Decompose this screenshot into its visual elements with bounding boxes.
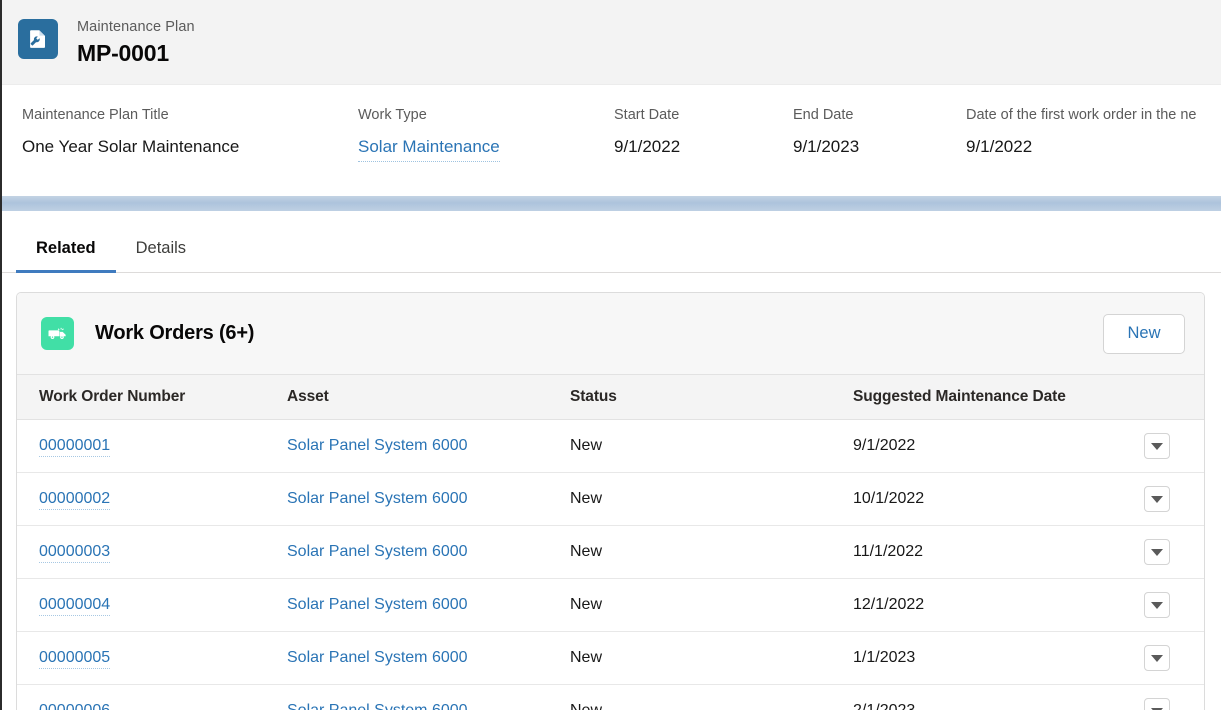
column-header-work-order-number[interactable]: Work Order Number [17,375,287,420]
table-head: Work Order Number Asset Status Suggested… [17,375,1204,420]
record-header: Maintenance Plan MP-0001 [0,0,1221,85]
work-order-number-link[interactable]: 00000003 [39,543,110,563]
field-label: Date of the first work order in the ne [966,106,1221,125]
status-cell: New [570,632,853,685]
page-title: MP-0001 [77,38,195,68]
tab-details[interactable]: Details [116,237,206,272]
field-label: Start Date [614,106,793,125]
work-orders-card-header: Work Orders (6+) New [17,293,1204,375]
table-body: 00000001 Solar Panel System 6000 New 9/1… [17,420,1204,710]
asset-link[interactable]: Solar Panel System 6000 [287,596,468,613]
caret-glyph [1151,549,1163,556]
caret-glyph [1151,496,1163,503]
highlight-field-work-type: Work Type Solar Maintenance [358,106,614,196]
column-header-status[interactable]: Status [570,375,853,420]
asset-link[interactable]: Solar Panel System 6000 [287,649,468,666]
suggested-maintenance-date-cell: 11/1/2022 [853,526,1142,579]
maintenance-plan-icon [18,19,58,59]
highlight-field-start-date: Start Date 9/1/2022 [614,106,793,196]
record-object-label: Maintenance Plan [77,17,195,37]
table-row: 00000006 Solar Panel System 6000 New 2/1… [17,685,1204,710]
asset-link[interactable]: Solar Panel System 6000 [287,702,468,710]
table-row: 00000004 Solar Panel System 6000 New 12/… [17,579,1204,632]
suggested-maintenance-date-cell: 2/1/2023 [853,685,1142,710]
tab-label: Related [36,239,96,257]
field-label: Work Type [358,106,614,125]
suggested-maintenance-date-cell: 9/1/2022 [853,420,1142,473]
chevron-down-icon[interactable] [1144,698,1170,710]
work-order-truck-icon [41,317,74,350]
highlights-panel: Maintenance Plan Title One Year Solar Ma… [0,85,1221,196]
record-title-block: Maintenance Plan MP-0001 [77,17,195,68]
work-order-number-link[interactable]: 00000001 [39,437,110,457]
status-cell: New [570,420,853,473]
related-lists-region: Work Orders (6+) New Work Order Number A… [0,273,1221,710]
new-button[interactable]: New [1103,314,1185,354]
status-cell: New [570,473,853,526]
related-list-title: Work Orders (6+) [95,322,254,345]
field-value: 9/1/2022 [966,135,1221,159]
highlight-field-maintenance-plan-title: Maintenance Plan Title One Year Solar Ma… [22,106,358,196]
caret-glyph [1151,443,1163,450]
window-left-edge [0,0,2,710]
work-order-number-link[interactable]: 00000005 [39,649,110,669]
field-label: End Date [793,106,966,125]
chevron-down-icon[interactable] [1144,592,1170,618]
field-value: One Year Solar Maintenance [22,135,358,159]
tab-label: Details [136,239,186,257]
table-row: 00000005 Solar Panel System 6000 New 1/1… [17,632,1204,685]
asset-link[interactable]: Solar Panel System 6000 [287,490,468,507]
highlight-field-end-date: End Date 9/1/2023 [793,106,966,196]
suggested-maintenance-date-cell: 1/1/2023 [853,632,1142,685]
field-value: 9/1/2023 [793,135,966,159]
chevron-down-icon[interactable] [1144,539,1170,565]
table-row: 00000001 Solar Panel System 6000 New 9/1… [17,420,1204,473]
column-header-asset[interactable]: Asset [287,375,570,420]
chevron-down-icon[interactable] [1144,486,1170,512]
table-row: 00000002 Solar Panel System 6000 New 10/… [17,473,1204,526]
chevron-down-icon[interactable] [1144,433,1170,459]
tab-related[interactable]: Related [16,237,116,272]
status-cell: New [570,685,853,710]
status-cell: New [570,579,853,632]
suggested-maintenance-date-cell: 12/1/2022 [853,579,1142,632]
record-tabset: Related Details [0,225,1221,273]
suggested-maintenance-date-cell: 10/1/2022 [853,473,1142,526]
field-value: 9/1/2022 [614,135,793,159]
caret-glyph [1151,655,1163,662]
work-orders-card: Work Orders (6+) New Work Order Number A… [16,292,1205,710]
band-gap [0,211,1221,225]
asset-link[interactable]: Solar Panel System 6000 [287,543,468,560]
highlight-field-first-work-order-date: Date of the first work order in the ne 9… [966,106,1221,196]
status-cell: New [570,526,853,579]
column-header-suggested-maintenance-date[interactable]: Suggested Maintenance Date [853,375,1142,420]
table-row: 00000003 Solar Panel System 6000 New 11/… [17,526,1204,579]
chevron-down-icon[interactable] [1144,645,1170,671]
field-label: Maintenance Plan Title [22,106,358,125]
caret-glyph [1151,602,1163,609]
work-order-number-link[interactable]: 00000004 [39,596,110,616]
asset-link[interactable]: Solar Panel System 6000 [287,437,468,454]
work-order-number-link[interactable]: 00000006 [39,702,110,710]
work-order-number-link[interactable]: 00000002 [39,490,110,510]
work-type-link[interactable]: Solar Maintenance [358,135,500,162]
work-orders-table: Work Order Number Asset Status Suggested… [17,375,1204,710]
column-header-actions [1142,375,1204,420]
page-separator-band [0,196,1221,211]
table-header-row: Work Order Number Asset Status Suggested… [17,375,1204,420]
